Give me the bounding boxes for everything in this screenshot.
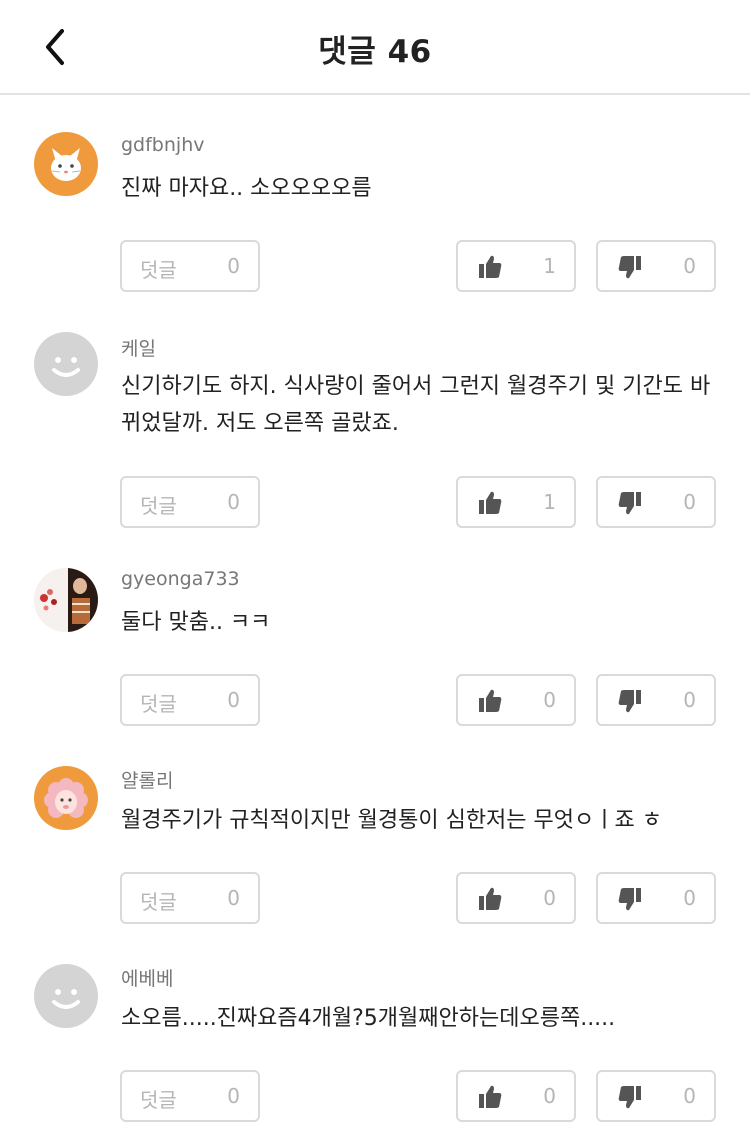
like-button[interactable]: 0 — [456, 1070, 576, 1122]
like-button[interactable]: 0 — [456, 674, 576, 726]
page-title: 댓글 46 — [318, 34, 432, 70]
dislike-count: 0 — [683, 254, 696, 278]
reply-count: 0 — [227, 490, 240, 514]
comment-author: 얄롤리 — [121, 770, 174, 792]
thumbs-down-icon — [618, 1086, 641, 1109]
sheep-avatar-icon — [44, 778, 88, 818]
dislike-button[interactable]: 0 — [596, 240, 716, 292]
comment-item: 얄롤리 월경주기가 규칙적이지만 월경통이 심한저는 무엇ㅇㅣ죠 ㅎ 덧글 0 … — [0, 754, 750, 934]
comment-item: gyeonga733 둘다 맞춤.. ㅋㅋ 덧글 0 0 0 — [0, 556, 750, 736]
cat-avatar-icon — [51, 148, 81, 181]
reply-button[interactable]: 덧글 0 — [120, 476, 260, 528]
dislike-button[interactable]: 0 — [596, 674, 716, 726]
thumbs-up-icon — [479, 255, 502, 278]
like-button[interactable]: 0 — [456, 872, 576, 924]
thumbs-down-icon — [618, 888, 641, 911]
reply-button[interactable]: 덧글 0 — [120, 240, 260, 292]
dislike-button[interactable]: 0 — [596, 476, 716, 528]
reply-count: 0 — [227, 886, 240, 910]
thumbs-up-icon — [479, 1085, 502, 1108]
comment-text: 신기하기도 하지. 식사량이 줄어서 그런지 월경주기 및 기간도 바뀌었달까.… — [121, 374, 711, 436]
thumbs-down-icon — [618, 690, 641, 713]
reply-button[interactable]: 덧글 0 — [120, 674, 260, 726]
dislike-button[interactable]: 0 — [596, 1070, 716, 1122]
like-count: 0 — [543, 1084, 556, 1108]
dislike-count: 0 — [683, 886, 696, 910]
avatar — [34, 766, 98, 830]
thumbs-down-icon — [618, 492, 641, 515]
default-smiley-avatar-icon — [52, 989, 80, 1009]
like-button[interactable]: 1 — [456, 476, 576, 528]
dislike-count: 0 — [683, 1084, 696, 1108]
header-bar: 댓글 46 — [0, 0, 750, 95]
comment-author: 케일 — [121, 338, 156, 360]
reply-button[interactable]: 덧글 0 — [120, 1070, 260, 1122]
comment-item: 에베베 소오름.....진짜요즘4개월?5개월째안하는데오릉쪽..... 덧글 … — [0, 952, 750, 1140]
thumbs-up-icon — [479, 689, 502, 712]
avatar — [34, 964, 98, 1028]
like-count: 1 — [543, 490, 556, 514]
like-count: 0 — [543, 886, 556, 910]
reply-label: 덧글 — [140, 494, 177, 518]
reply-count: 0 — [227, 1084, 240, 1108]
photo-avatar-icon — [34, 568, 98, 632]
reply-label: 덧글 — [140, 890, 177, 914]
thumbs-up-icon — [479, 491, 502, 514]
reply-label: 덧글 — [140, 258, 177, 282]
like-button[interactable]: 1 — [456, 240, 576, 292]
like-count: 0 — [543, 688, 556, 712]
dislike-count: 0 — [683, 490, 696, 514]
avatar — [34, 568, 98, 632]
comment-author: gyeonga733 — [121, 568, 240, 590]
comment-item: gdfbnjhv 진짜 마자요.. 소오오오오름 덧글 0 1 0 — [0, 120, 750, 300]
reply-count: 0 — [227, 688, 240, 712]
comment-text: 진짜 마자요.. 소오오오오름 — [121, 176, 372, 201]
thumbs-up-icon — [479, 887, 502, 910]
default-smiley-avatar-icon — [52, 357, 80, 377]
comment-author: 에베베 — [121, 968, 174, 990]
reply-label: 덧글 — [140, 692, 177, 716]
reply-count: 0 — [227, 254, 240, 278]
avatar — [34, 332, 98, 396]
avatar — [34, 132, 98, 196]
reply-button[interactable]: 덧글 0 — [120, 872, 260, 924]
comment-author: gdfbnjhv — [121, 134, 205, 156]
dislike-button[interactable]: 0 — [596, 872, 716, 924]
like-count: 1 — [543, 254, 556, 278]
thumbs-down-icon — [618, 256, 641, 279]
comment-text: 소오름.....진짜요즘4개월?5개월째안하는데오릉쪽..... — [121, 1006, 616, 1031]
reply-label: 덧글 — [140, 1088, 177, 1112]
comment-item: 케일 신기하기도 하지. 식사량이 줄어서 그런지 월경주기 및 기간도 바뀌었… — [0, 320, 750, 540]
dislike-count: 0 — [683, 688, 696, 712]
comment-text: 둘다 맞춤.. ㅋㅋ — [121, 610, 271, 635]
comment-text: 월경주기가 규칙적이지만 월경통이 심한저는 무엇ㅇㅣ죠 ㅎ — [121, 808, 662, 833]
